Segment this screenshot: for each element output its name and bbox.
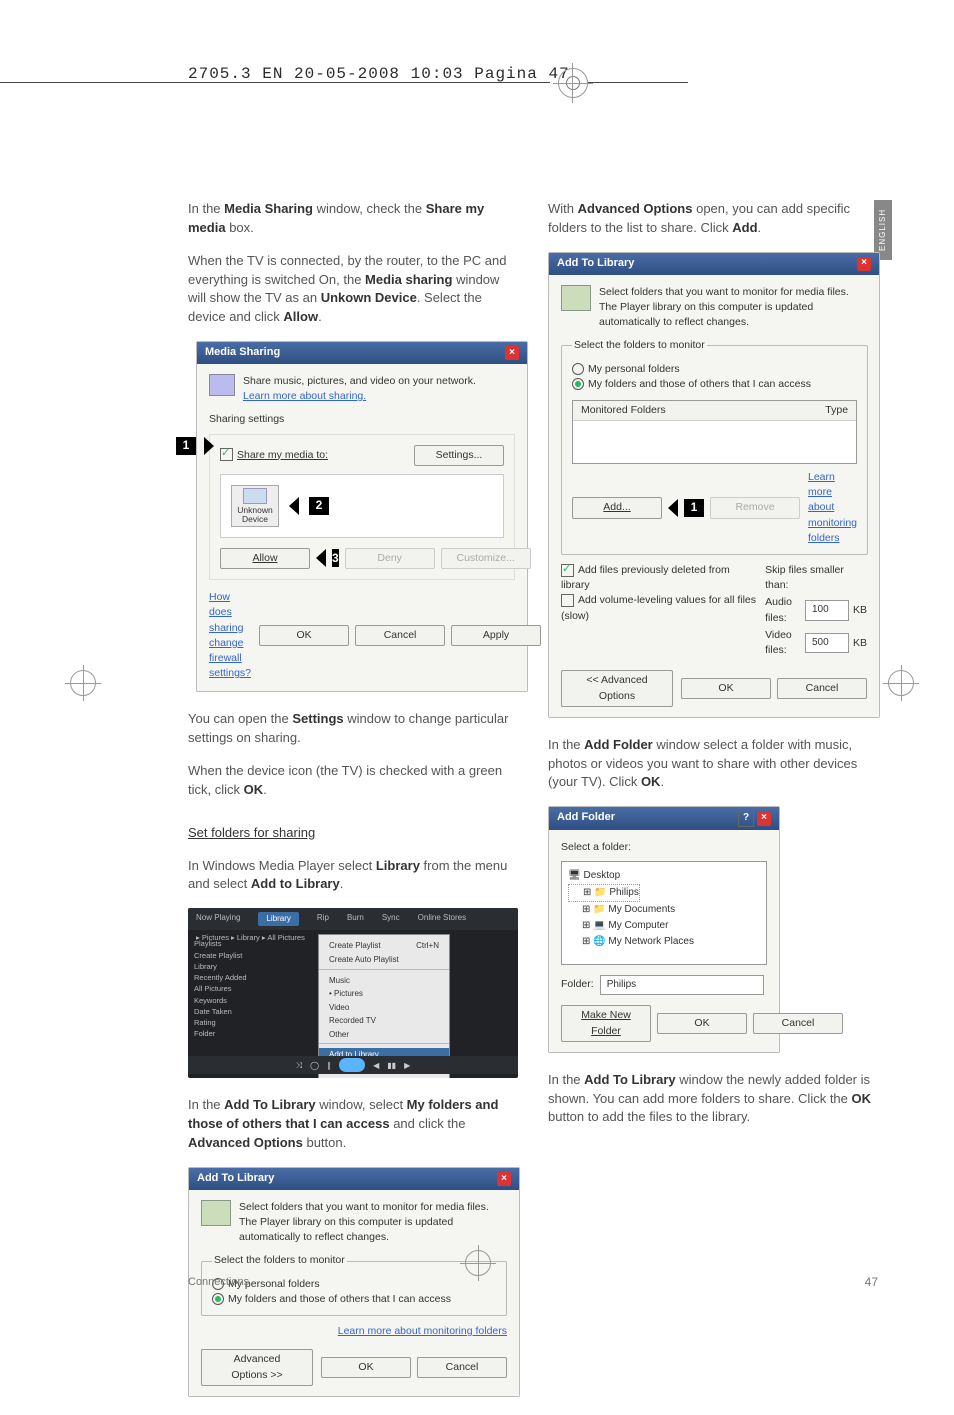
close-icon[interactable]: ×	[757, 812, 771, 826]
learn-monitoring-link[interactable]: Learn more about monitoring folders	[338, 1325, 507, 1337]
header-rule	[0, 82, 550, 83]
dialog-title: Media Sharing	[205, 345, 280, 361]
registration-mark-bottom	[465, 1250, 491, 1276]
callout-3: 3	[332, 549, 339, 567]
ok-button[interactable]: OK	[657, 1013, 747, 1034]
callout-2: 2	[309, 497, 329, 515]
header-rule-right	[588, 82, 688, 83]
folder-tree[interactable]: 🖥 Desktop ⊞ 📁 Philips ⊞ 📁 My Documents ⊞…	[561, 861, 767, 965]
advanced-collapse-button[interactable]: << Advanced Options	[561, 670, 673, 706]
wmp-screenshot: Now Playing Library Rip Burn Sync Online…	[188, 908, 518, 1078]
folder-input[interactable]: Philips	[600, 975, 764, 996]
opt-others[interactable]	[572, 378, 584, 390]
add-to-library-dialog-2: Add To Library× Select folders that you …	[548, 252, 880, 718]
customize-button[interactable]: Customize...	[441, 548, 531, 569]
share-checkbox[interactable]	[220, 448, 233, 461]
registration-mark-right	[888, 670, 914, 696]
library-icon	[201, 1200, 231, 1226]
registration-mark-top	[558, 68, 588, 98]
page-number: 47	[865, 1274, 878, 1291]
right-column: With Advanced Options open, you can add …	[548, 200, 878, 1415]
media-sharing-dialog: Media Sharing× Share music, pictures, an…	[196, 341, 528, 692]
chk-deleted[interactable]	[561, 564, 574, 577]
help-icon[interactable]: ?	[738, 811, 754, 827]
cancel-button[interactable]: Cancel	[355, 625, 445, 646]
remove-button[interactable]: Remove	[710, 497, 800, 518]
cancel-button[interactable]: Cancel	[777, 678, 867, 699]
footer-label: Connections	[188, 1275, 249, 1291]
video-size-input[interactable]: 500	[805, 633, 849, 654]
ok-button[interactable]: OK	[321, 1357, 411, 1378]
advanced-options-button[interactable]: Advanced Options >>	[201, 1349, 313, 1385]
add-button[interactable]: Add...	[572, 497, 662, 518]
ok-button[interactable]: OK	[681, 678, 771, 699]
allow-button[interactable]: Allow	[220, 548, 310, 569]
audio-size-input[interactable]: 100	[805, 600, 849, 621]
close-icon[interactable]: ×	[497, 1172, 511, 1186]
add-folder-dialog: Add Folder?× Select a folder: 🖥 Desktop …	[548, 806, 780, 1052]
chk-volume[interactable]	[561, 594, 574, 607]
callout-1: 1	[176, 437, 196, 455]
close-icon[interactable]: ×	[505, 346, 519, 360]
set-folders-heading: Set folders for sharing	[188, 824, 518, 843]
registration-mark-left	[70, 670, 96, 696]
ok-button[interactable]: OK	[259, 625, 349, 646]
media-icon	[209, 374, 235, 396]
apply-button[interactable]: Apply	[451, 625, 541, 646]
deny-button[interactable]: Deny	[345, 548, 435, 569]
firewall-link[interactable]: How does sharing change firewall setting…	[209, 590, 251, 681]
close-icon[interactable]: ×	[857, 257, 871, 271]
learn-monitoring-link[interactable]: Learn more about monitoring folders	[808, 470, 857, 546]
cancel-button[interactable]: Cancel	[753, 1013, 843, 1034]
learn-more-link[interactable]: Learn more about sharing.	[243, 389, 515, 404]
settings-button[interactable]: Settings...	[414, 445, 504, 466]
new-folder-button[interactable]: Make New Folder	[561, 1005, 651, 1041]
opt-others[interactable]	[212, 1293, 224, 1305]
callout-1: 1	[684, 499, 704, 517]
opt-personal[interactable]	[572, 363, 584, 375]
library-icon	[561, 285, 591, 311]
device-icon[interactable]: Unknown Device	[231, 485, 279, 527]
cancel-button[interactable]: Cancel	[417, 1357, 507, 1378]
left-column: In the Media Sharing window, check the S…	[188, 200, 518, 1415]
